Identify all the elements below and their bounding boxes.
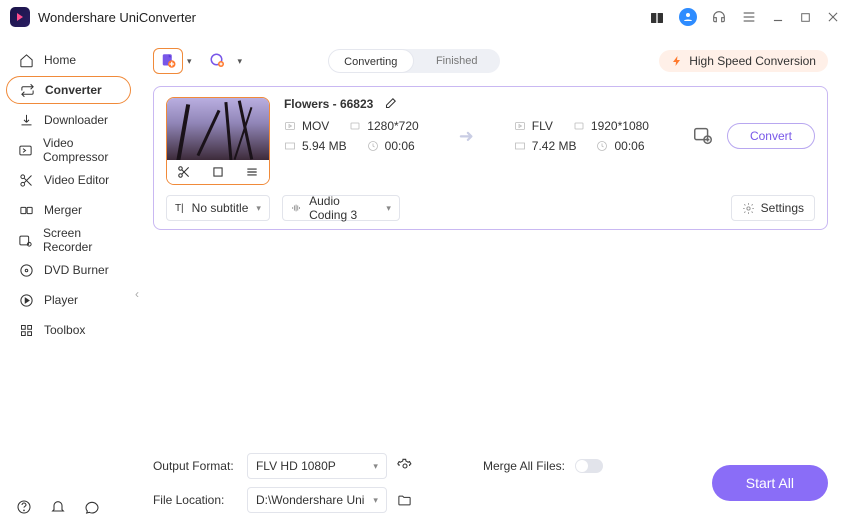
sidebar-item-label: Converter (45, 83, 102, 97)
sidebar-item-converter[interactable]: Converter (6, 76, 131, 104)
sidebar-item-screen-recorder[interactable]: Screen Recorder (6, 226, 131, 254)
sidebar-item-label: Downloader (44, 113, 108, 127)
collapse-sidebar-button[interactable]: ‹ (129, 280, 145, 308)
minimize-button[interactable] (771, 10, 785, 24)
merge-all-label: Merge All Files: (483, 459, 565, 473)
sidebar-item-label: Player (44, 293, 78, 307)
open-folder-icon[interactable] (397, 493, 412, 508)
output-format-select[interactable]: FLV HD 1080P▾ (247, 453, 387, 479)
video-thumbnail[interactable] (167, 98, 269, 160)
sidebar-item-label: Toolbox (44, 323, 85, 337)
sidebar-item-label: Home (44, 53, 76, 67)
merge-all-switch[interactable] (575, 459, 603, 473)
high-speed-label: High Speed Conversion (689, 54, 816, 68)
crop-icon[interactable] (211, 165, 225, 179)
toolbox-icon (18, 323, 34, 338)
sidebar: Home Converter Downloader Video Compress… (0, 34, 137, 525)
audio-select[interactable]: Audio Coding 3▾ (282, 195, 400, 221)
help-icon[interactable] (16, 499, 32, 515)
arrow-icon: ➜ (459, 126, 474, 147)
maximize-button[interactable] (799, 11, 812, 24)
play-icon (18, 293, 34, 308)
file-title: Flowers - 66823 (284, 97, 373, 111)
high-speed-conversion-button[interactable]: High Speed Conversion (659, 50, 828, 72)
sidebar-item-player[interactable]: Player (6, 286, 131, 314)
headset-icon[interactable] (711, 9, 727, 25)
feedback-icon[interactable] (84, 499, 100, 515)
sidebar-item-home[interactable]: Home (6, 46, 131, 74)
source-info: MOV 1280*720 5.94 MB 00:06 (284, 119, 419, 153)
download-icon (18, 113, 34, 128)
scissors-icon (18, 173, 34, 188)
file-location-label: File Location: (153, 493, 237, 507)
output-settings-icon[interactable] (689, 122, 717, 150)
avatar[interactable] (679, 8, 697, 26)
tab-finished[interactable]: Finished (414, 49, 500, 73)
add-file-button[interactable] (153, 48, 183, 74)
close-button[interactable] (826, 10, 840, 24)
add-url-dropdown[interactable]: ▾ (237, 56, 242, 67)
converter-icon (19, 83, 35, 98)
menu-icon[interactable] (741, 9, 757, 25)
sidebar-item-label: DVD Burner (44, 263, 109, 277)
sidebar-item-downloader[interactable]: Downloader (6, 106, 131, 134)
convert-button[interactable]: Convert (727, 123, 815, 149)
gift-icon[interactable] (649, 9, 665, 25)
disc-icon (18, 263, 34, 278)
compress-icon (18, 143, 33, 158)
sidebar-item-toolbox[interactable]: Toolbox (6, 316, 131, 344)
effect-icon[interactable] (245, 165, 259, 179)
status-tabs: Converting Finished (328, 49, 500, 73)
subtitle-select[interactable]: T|No subtitle▾ (166, 195, 270, 221)
app-logo (10, 7, 30, 27)
cut-icon[interactable] (177, 165, 191, 179)
target-info: FLV 1920*1080 7.42 MB 00:06 (514, 119, 649, 153)
record-icon (18, 233, 33, 248)
sidebar-item-video-editor[interactable]: Video Editor (6, 166, 131, 194)
sidebar-item-merger[interactable]: Merger (6, 196, 131, 224)
sidebar-item-dvd-burner[interactable]: DVD Burner (6, 256, 131, 284)
output-settings-gear-icon[interactable] (397, 458, 413, 474)
start-all-button[interactable]: Start All (712, 465, 828, 501)
sidebar-item-label: Video Editor (44, 173, 109, 187)
output-format-label: Output Format: (153, 459, 237, 473)
app-title: Wondershare UniConverter (38, 10, 196, 25)
home-icon (18, 53, 34, 68)
file-card: Flowers - 66823 MOV 1280*720 5.94 MB (153, 86, 828, 230)
merge-icon (18, 203, 34, 218)
tab-converting[interactable]: Converting (328, 49, 414, 73)
sidebar-item-label: Merger (44, 203, 82, 217)
rename-icon[interactable] (383, 97, 397, 111)
add-url-button[interactable] (203, 48, 233, 74)
sidebar-item-compressor[interactable]: Video Compressor (6, 136, 131, 164)
sidebar-item-label: Video Compressor (43, 136, 119, 164)
file-location-select[interactable]: D:\Wondershare UniConverter 1▾ (247, 487, 387, 513)
add-file-dropdown[interactable]: ▾ (187, 56, 192, 67)
thumbnail-container (166, 97, 270, 185)
settings-button[interactable]: Settings (731, 195, 815, 221)
sidebar-item-label: Screen Recorder (43, 226, 119, 254)
bell-icon[interactable] (50, 499, 66, 515)
